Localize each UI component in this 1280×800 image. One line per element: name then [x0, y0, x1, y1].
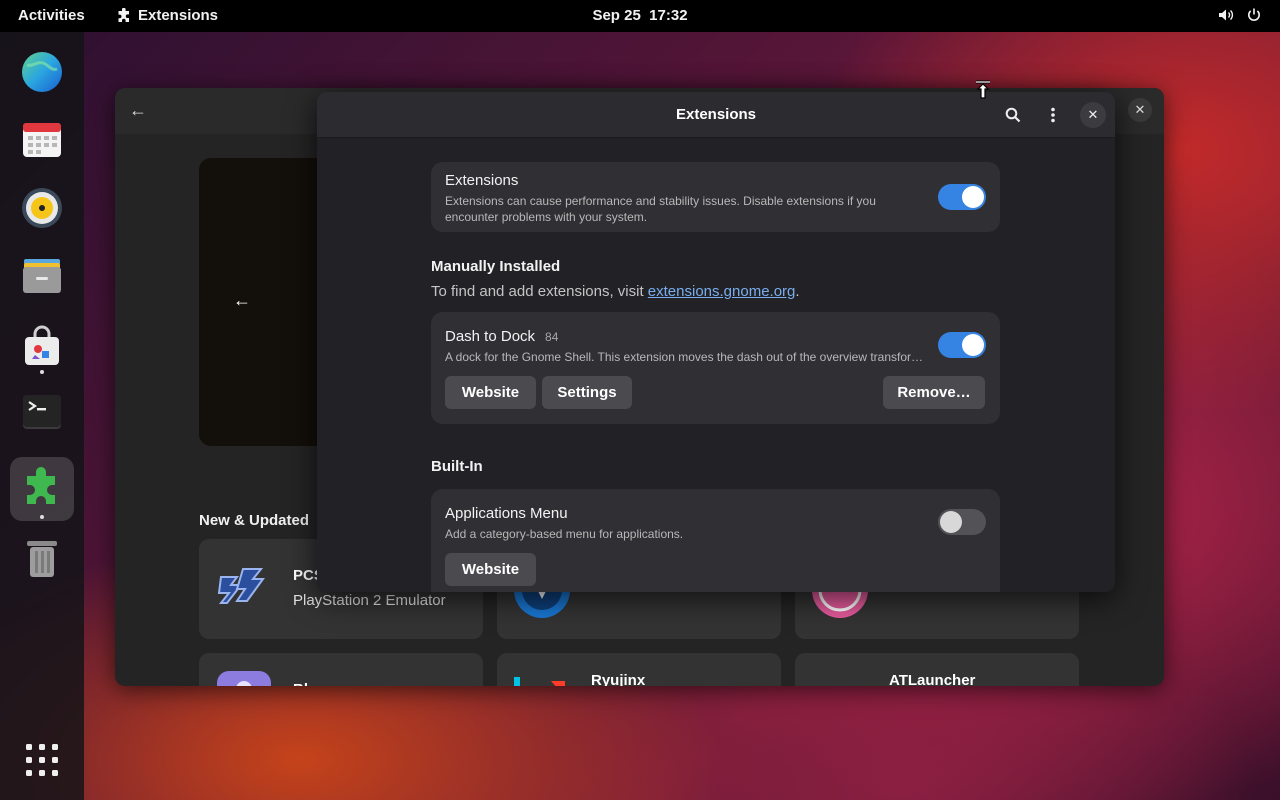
- app-tile-title: Bl: [293, 681, 308, 686]
- extensions-window: Extensions ✕ Extensions Extensions can c…: [317, 92, 1115, 592]
- app-tile[interactable]: ATLauncher: [795, 653, 1079, 686]
- built-in-title: Built-In: [431, 458, 483, 475]
- dash-item-calendar[interactable]: [16, 114, 68, 166]
- activities-button[interactable]: Activities: [18, 7, 85, 24]
- dash-to-dock-switch[interactable]: [938, 332, 986, 358]
- back-arrow-icon[interactable]: ←: [129, 100, 147, 121]
- extension-row-dash-to-dock: Dash to Dock 84 A dock for the Gnome Shel…: [431, 312, 1000, 424]
- dash-item-extensions[interactable]: [10, 457, 74, 521]
- window-title: Extensions: [675, 106, 757, 123]
- pcsx2-icon: [217, 568, 265, 604]
- puzzle-piece-icon: [27, 467, 55, 504]
- extension-description: A dock for the Gnome Shell. This extensi…: [445, 350, 924, 364]
- close-icon: ✕: [1087, 107, 1099, 122]
- switch-knob: [962, 186, 984, 208]
- clock-time: 17:32: [649, 7, 688, 24]
- speaker-icon: [22, 188, 62, 228]
- search-button[interactable]: [1000, 102, 1026, 128]
- dash-item-browser[interactable]: [16, 46, 68, 98]
- extension-row-applications-menu: Applications Menu Add a category-based m…: [431, 489, 1000, 592]
- clock-date: Sep 25: [592, 7, 641, 24]
- app-tile-title: Ryujinx: [591, 672, 646, 686]
- calendar-icon: [23, 123, 61, 157]
- extensions-master-card: Extensions Extensions can cause performa…: [431, 162, 1000, 232]
- dash-item-music[interactable]: [16, 182, 68, 234]
- extension-name: Dash to Dock 84: [445, 328, 558, 345]
- app-menu[interactable]: Extensions: [116, 7, 218, 24]
- website-button[interactable]: Website: [445, 376, 536, 409]
- manually-installed-title: Manually Installed: [431, 258, 561, 275]
- switch-knob: [940, 511, 962, 533]
- remove-button[interactable]: Remove…: [883, 376, 985, 409]
- running-indicator: [40, 370, 44, 374]
- app-icon: [217, 671, 271, 686]
- terminal-icon: [23, 395, 61, 429]
- atlauncher-icon: [809, 667, 871, 686]
- menu-button[interactable]: [1040, 102, 1066, 128]
- card-description-line: encounter problems with your system.: [445, 210, 648, 224]
- dash-item-trash[interactable]: [16, 532, 68, 584]
- shopping-bag-icon: [25, 325, 59, 365]
- app-tile[interactable]: Ryujinx: [497, 653, 781, 686]
- running-indicator: [40, 515, 44, 519]
- manually-installed-hint: To find and add extensions, visit extens…: [431, 283, 800, 300]
- dash-item-files[interactable]: [16, 250, 68, 302]
- extensions-header: Extensions ✕: [317, 92, 1115, 138]
- app-menu-label: Extensions: [138, 7, 219, 24]
- extensions-enabled-switch[interactable]: [938, 184, 986, 210]
- close-icon[interactable]: ✕: [1128, 98, 1152, 122]
- card-description-line: Extensions can cause performance and sta…: [445, 194, 876, 208]
- settings-button[interactable]: Settings: [542, 376, 632, 409]
- app-tile-title: ATLauncher: [889, 672, 976, 686]
- dash: [0, 32, 84, 800]
- app-grid-icon: [26, 744, 58, 776]
- ryujinx-icon: [514, 677, 565, 686]
- switch-knob: [962, 334, 984, 356]
- clock-button[interactable]: Sep 25 17:32: [592, 7, 687, 24]
- website-button[interactable]: Website: [445, 553, 536, 586]
- previous-arrow-icon[interactable]: ←: [233, 290, 251, 311]
- app-tile-desc: PlayStation 2 Emulator: [293, 592, 446, 609]
- hint-text: To find and add extensions, visit: [431, 283, 648, 300]
- folder-icon: [23, 259, 61, 293]
- app-tile[interactable]: Bl: [199, 653, 483, 686]
- extension-name-text: Dash to Dock: [445, 328, 536, 345]
- section-title: New & Updated: [199, 512, 310, 529]
- extensions-gnome-org-link[interactable]: extensions.gnome.org: [648, 283, 796, 300]
- extension-name: Applications Menu: [445, 505, 568, 522]
- show-apps-button[interactable]: [16, 734, 68, 786]
- extension-description: Add a category-based menu for applicatio…: [445, 527, 684, 541]
- top-bar: Activities Extensions Sep 25 17:32: [0, 0, 1280, 32]
- applications-menu-switch[interactable]: [938, 509, 986, 535]
- puzzle-icon: [118, 7, 129, 22]
- search-icon: [1005, 107, 1021, 123]
- kebab-menu-icon: [1051, 107, 1055, 123]
- power-icon: [1248, 8, 1260, 21]
- close-button[interactable]: ✕: [1080, 102, 1106, 128]
- dash-item-terminal[interactable]: [16, 386, 68, 438]
- move-cursor-icon: [976, 80, 990, 99]
- card-title: Extensions: [445, 172, 519, 189]
- hint-suffix: .: [795, 283, 800, 300]
- trash-icon: [27, 541, 57, 577]
- dash-item-software[interactable]: [16, 320, 68, 372]
- card-description: Extensions can cause performance and sta…: [445, 193, 876, 225]
- extension-version: 84: [545, 330, 559, 344]
- volume-icon: [1219, 9, 1234, 21]
- globe-icon: [22, 52, 62, 92]
- system-status-area[interactable]: [1218, 7, 1262, 23]
